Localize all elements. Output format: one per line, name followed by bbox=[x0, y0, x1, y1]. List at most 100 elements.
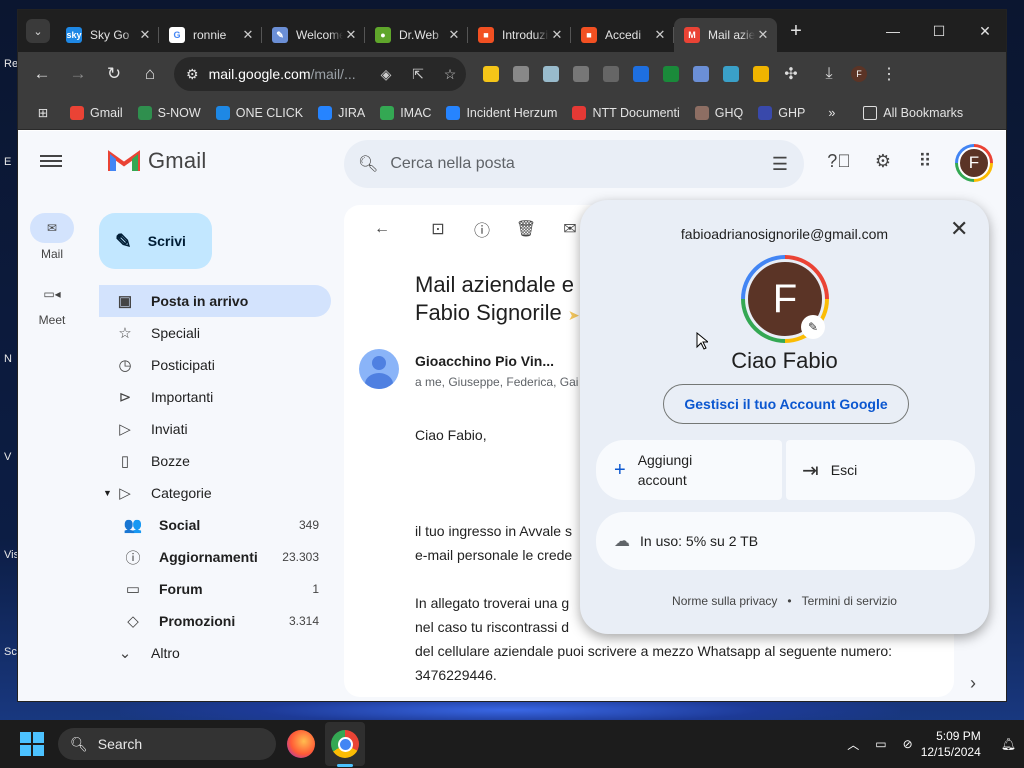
bookmark-item[interactable]: ONE CLICK bbox=[215, 105, 303, 120]
desktop-label[interactable]: N bbox=[4, 353, 12, 365]
notification-bell-icon[interactable]: 🔔︎ bbox=[1001, 737, 1016, 751]
home-icon[interactable]: ⌂ bbox=[132, 64, 168, 84]
bookmark-item[interactable]: JIRA bbox=[318, 105, 365, 120]
close-tab-icon[interactable]: ✕ bbox=[343, 27, 359, 43]
address-bar[interactable]: ⚙ mail.google.com/mail/... ◈ ⇱ ☆ bbox=[174, 57, 466, 91]
search-options-icon[interactable]: ☰ bbox=[772, 154, 788, 175]
puzzle-icon[interactable]: ✣ bbox=[776, 64, 806, 84]
browser-tab[interactable]: ● Dr.Web ✕ bbox=[365, 18, 468, 52]
extension-icon[interactable] bbox=[656, 64, 686, 84]
bookmark-item[interactable]: IMAC bbox=[380, 105, 431, 120]
profile-picture[interactable]: F ✎ bbox=[741, 255, 829, 343]
close-tab-icon[interactable]: ✕ bbox=[755, 27, 771, 43]
gmail-logo[interactable]: Gmail bbox=[108, 148, 206, 174]
help-icon[interactable]: ?⃝ bbox=[827, 151, 851, 175]
important-icon[interactable]: ➤ bbox=[568, 307, 580, 323]
close-tab-icon[interactable]: ✕ bbox=[137, 27, 153, 43]
browser-tab[interactable]: Gronnie ✕ bbox=[159, 18, 262, 52]
sender-avatar[interactable] bbox=[359, 349, 399, 389]
browser-tab[interactable]: sky Sky Go ✕ bbox=[56, 18, 159, 52]
search-bar[interactable]: 🔍︎ Cerca nella posta ☰ bbox=[344, 140, 804, 188]
desktop-label[interactable]: Sc bbox=[4, 646, 17, 658]
extension-icon[interactable] bbox=[746, 64, 776, 84]
firefox-icon[interactable] bbox=[287, 730, 315, 758]
category-item[interactable]: ⓘ Aggiornamenti 23.303 bbox=[99, 541, 331, 573]
rail-meet[interactable]: ▭◂ Meet bbox=[18, 279, 86, 327]
extension-icon[interactable] bbox=[476, 64, 506, 84]
bookmarks-overflow[interactable]: » bbox=[828, 106, 835, 120]
search-input[interactable]: Cerca nella posta bbox=[390, 155, 515, 173]
recipients[interactable]: a me, Giuseppe, Federica, Gai bbox=[415, 375, 578, 389]
main-menu-icon[interactable] bbox=[40, 152, 62, 170]
windows-start-icon[interactable] bbox=[20, 732, 44, 756]
desktop-label[interactable]: V bbox=[4, 451, 11, 463]
terms-link[interactable]: Termini di servizio bbox=[802, 594, 897, 608]
privacy-link[interactable]: Norme sulla privacy bbox=[672, 594, 777, 608]
taskbar-search[interactable]: 🔍︎ Search bbox=[58, 728, 276, 760]
bookmark-item[interactable]: GHP bbox=[758, 105, 805, 120]
maximize-icon[interactable]: ☐ bbox=[916, 23, 962, 40]
close-tab-icon[interactable]: ✕ bbox=[446, 27, 462, 43]
site-info-icon[interactable]: ⚙ bbox=[186, 66, 199, 83]
screen-icon[interactable]: ▭ bbox=[875, 737, 886, 751]
compose-button[interactable]: ✎ Scrivi bbox=[99, 213, 212, 269]
extension-icon[interactable] bbox=[566, 64, 596, 84]
manage-account-button[interactable]: Gestisci il tuo Account Google bbox=[663, 384, 909, 424]
apps-icon[interactable]: ⊞ bbox=[30, 105, 56, 120]
extension-icon[interactable] bbox=[686, 64, 716, 84]
chevron-up-icon[interactable]: ︿ bbox=[847, 736, 859, 753]
nav-item[interactable]: ◷ Posticipati bbox=[99, 349, 331, 381]
category-item[interactable]: ◇ Promozioni 3.314 bbox=[99, 605, 331, 637]
close-icon[interactable]: ✕ bbox=[950, 216, 968, 242]
search-icon[interactable]: 🔍︎ bbox=[358, 154, 378, 174]
sign-out-button[interactable]: ⇥ Esci bbox=[786, 440, 975, 500]
bookmark-item[interactable]: Gmail bbox=[70, 105, 123, 120]
bookmark-star-icon[interactable]: ☆ bbox=[434, 66, 466, 83]
close-tab-icon[interactable]: ✕ bbox=[240, 27, 256, 43]
close-tab-icon[interactable]: ✕ bbox=[549, 27, 565, 43]
nav-item[interactable]: ⊳ Importanti bbox=[99, 381, 331, 413]
nav-item[interactable]: ▷ Inviati bbox=[99, 413, 331, 445]
close-icon[interactable]: ✕ bbox=[962, 23, 1006, 40]
more-item[interactable]: ⌄ Altro bbox=[99, 637, 331, 669]
extension-icon[interactable] bbox=[506, 64, 536, 84]
extension-icon[interactable] bbox=[536, 64, 566, 84]
chrome-icon[interactable] bbox=[331, 730, 359, 758]
caret-icon[interactable]: ▼ bbox=[103, 488, 112, 498]
open-in-app-icon[interactable]: ⇱ bbox=[402, 66, 434, 83]
clock[interactable]: 5:09 PM 12/15/2024 bbox=[921, 728, 981, 760]
account-avatar[interactable]: F bbox=[955, 144, 993, 182]
browser-tab[interactable]: ✎ Welcome ✕ bbox=[262, 18, 365, 52]
bookmark-item[interactable]: S-NOW bbox=[137, 105, 201, 120]
nav-item[interactable]: ▼ ▷ Categorie bbox=[99, 477, 331, 509]
nav-item[interactable]: ☆ Speciali bbox=[99, 317, 331, 349]
bookmark-item[interactable]: Incident Herzum bbox=[446, 105, 557, 120]
browser-tab[interactable]: ■ Accedi ✕ bbox=[571, 18, 674, 52]
reload-icon[interactable]: ↻ bbox=[96, 64, 132, 84]
all-bookmarks[interactable]: All Bookmarks bbox=[863, 105, 963, 120]
back-to-inbox-icon[interactable]: ← bbox=[360, 220, 404, 238]
extension-icon[interactable] bbox=[626, 64, 656, 84]
desktop-label[interactable]: E bbox=[4, 156, 11, 168]
extension-icon[interactable] bbox=[596, 64, 626, 84]
nav-item[interactable]: ▣ Posta in arrivo bbox=[99, 285, 331, 317]
sender-name[interactable]: Gioacchino Pio Vin... bbox=[415, 353, 578, 369]
close-tab-icon[interactable]: ✕ bbox=[652, 27, 668, 43]
bookmark-item[interactable]: NTT Documenti bbox=[572, 105, 680, 120]
extension-icon[interactable] bbox=[716, 64, 746, 84]
lens-icon[interactable]: ◈ bbox=[370, 66, 402, 83]
chevron-right-icon[interactable]: › bbox=[970, 673, 976, 694]
category-item[interactable]: 👥 Social 349 bbox=[99, 509, 331, 541]
report-spam-icon[interactable]: ⓘ bbox=[460, 217, 504, 241]
archive-icon[interactable]: ⊡ bbox=[416, 219, 460, 239]
profile-avatar[interactable]: F bbox=[844, 64, 874, 84]
settings-icon[interactable]: ⚙ bbox=[871, 151, 895, 175]
add-account-button[interactable]: + Aggiungi account bbox=[596, 440, 782, 500]
network-icon[interactable]: ⊘ bbox=[903, 737, 913, 751]
forward-icon[interactable]: → bbox=[60, 64, 96, 84]
desktop-label[interactable]: Re bbox=[4, 58, 18, 70]
category-item[interactable]: ▭ Forum 1 bbox=[99, 573, 331, 605]
download-icon[interactable]: ⤓ bbox=[814, 64, 844, 84]
back-icon[interactable]: ← bbox=[24, 64, 60, 84]
rail-mail[interactable]: ✉ Mail bbox=[18, 213, 86, 261]
